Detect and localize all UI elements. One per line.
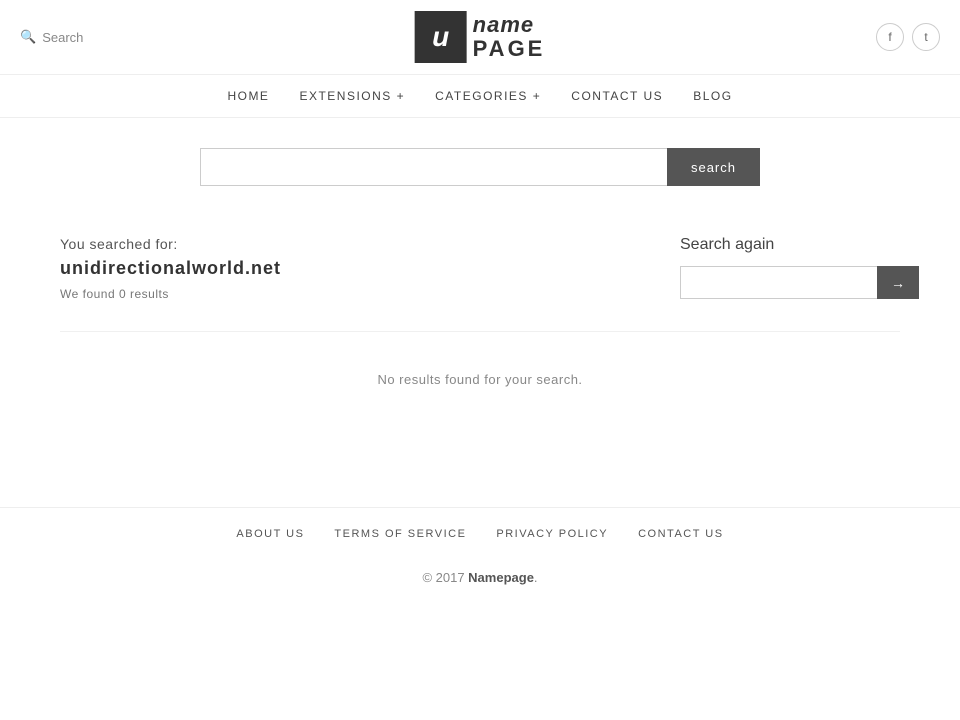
search-again-input[interactable] bbox=[680, 266, 877, 299]
header: 🔍 Search u name PAGE f t bbox=[0, 0, 960, 75]
results-left: You searched for: unidirectionalworld.ne… bbox=[60, 236, 680, 301]
logo-text: name PAGE bbox=[473, 13, 546, 61]
search-again-button[interactable]: → bbox=[877, 266, 919, 299]
logo[interactable]: u name PAGE bbox=[415, 11, 546, 63]
search-input[interactable] bbox=[200, 148, 667, 186]
search-bar: search bbox=[200, 148, 760, 186]
you-searched-label: You searched for: bbox=[60, 236, 680, 252]
search-section: search bbox=[0, 118, 960, 206]
search-button[interactable]: search bbox=[667, 148, 760, 186]
footer-nav-privacy[interactable]: PRIVACY POLICY bbox=[496, 528, 608, 540]
social-icons: f t bbox=[876, 23, 940, 51]
search-icon: 🔍 bbox=[20, 29, 36, 45]
logo-name: name bbox=[473, 13, 546, 37]
footer-nav: ABOUT US TERMS OF SERVICE PRIVACY POLICY… bbox=[0, 507, 960, 560]
header-search[interactable]: 🔍 Search bbox=[20, 29, 83, 45]
footer-nav-about[interactable]: ABOUT US bbox=[236, 528, 304, 540]
main-nav: HOME EXTENSIONS + CATEGORIES + CONTACT U… bbox=[0, 75, 960, 118]
nav-item-categories[interactable]: CATEGORIES + bbox=[435, 89, 541, 103]
footer-nav-terms[interactable]: TERMS OF SERVICE bbox=[334, 528, 466, 540]
search-again-panel: Search again → bbox=[680, 236, 900, 301]
footer-brand-link[interactable]: Namepage bbox=[468, 570, 534, 585]
facebook-icon[interactable]: f bbox=[876, 23, 904, 51]
search-label: Search bbox=[42, 30, 83, 45]
nav-item-home[interactable]: HOME bbox=[227, 89, 269, 103]
nav-item-extensions[interactable]: EXTENSIONS + bbox=[299, 89, 405, 103]
footer-copyright: © 2017 Namepage. bbox=[0, 560, 960, 615]
logo-page: PAGE bbox=[473, 37, 546, 61]
results-count: We found 0 results bbox=[60, 287, 680, 301]
logo-box: u bbox=[415, 11, 467, 63]
search-term: unidirectionalworld.net bbox=[60, 258, 680, 279]
results-section: You searched for: unidirectionalworld.ne… bbox=[0, 206, 960, 331]
search-again-title: Search again bbox=[680, 236, 900, 254]
no-results-message: No results found for your search. bbox=[60, 331, 900, 427]
logo-letter: u bbox=[432, 21, 449, 53]
footer-nav-contact[interactable]: CONTACT US bbox=[638, 528, 724, 540]
nav-item-contact[interactable]: CONTACT US bbox=[571, 89, 663, 103]
nav-item-blog[interactable]: BLOG bbox=[693, 89, 732, 103]
footer: ABOUT US TERMS OF SERVICE PRIVACY POLICY… bbox=[0, 507, 960, 615]
twitter-icon[interactable]: t bbox=[912, 23, 940, 51]
search-again-bar: → bbox=[680, 266, 900, 299]
